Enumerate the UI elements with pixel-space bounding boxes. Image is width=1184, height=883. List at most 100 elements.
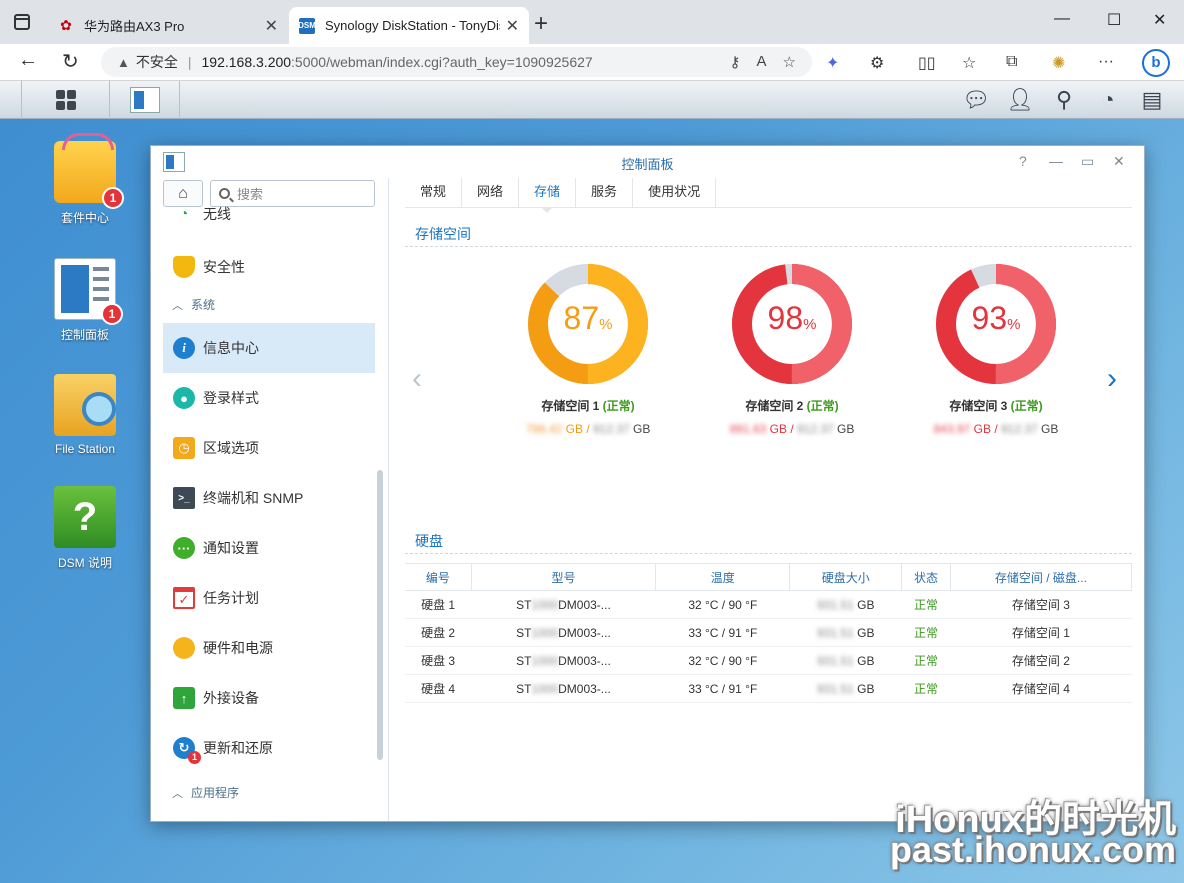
sidebar-item-info-center[interactable]: i 信息中心 — [163, 323, 375, 373]
browser-tab-huawei[interactable]: ✿ 华为路由AX3 Pro ✕ — [48, 7, 288, 44]
sidebar-item-notification[interactable]: ··· 通知设置 — [163, 523, 375, 573]
window-title-bar[interactable]: 控制面板 ? — ▭ ✕ — [151, 146, 1144, 178]
column-header[interactable]: 状态 — [901, 563, 951, 591]
extensions-icon[interactable]: ⚙ — [870, 53, 884, 73]
desktop-icon-label: 套件中心 — [60, 211, 109, 225]
sidebar-item-region[interactable]: ◷ 区域选项 — [163, 423, 375, 473]
cell-id: 硬盘 1 — [405, 590, 472, 619]
close-icon[interactable]: ✕ — [1113, 153, 1125, 170]
url-bar[interactable]: ▲ 不安全 | 192.168.3.200 :5000/webman/index… — [101, 47, 812, 77]
sidebar-item-login-style[interactable]: ● 登录样式 — [163, 373, 375, 423]
folder-search-icon — [54, 374, 116, 436]
tab-services[interactable]: 服务 — [576, 178, 634, 207]
cell-temp: 33 °C / 91 °F — [655, 618, 790, 647]
user-icon[interactable]: 👤︎ — [1006, 87, 1034, 113]
close-icon[interactable]: ✕ — [265, 16, 278, 36]
notification-badge: 1 — [101, 303, 123, 325]
bulb-icon — [173, 637, 195, 659]
table-row[interactable]: 硬盘 2 ST1000DM003-... 33 °C / 91 °F 931.51 G… — [405, 618, 1132, 647]
section-header-apps[interactable]: ︿ 应用程序 — [172, 784, 239, 801]
tab-network[interactable]: 网络 — [462, 178, 520, 207]
key-icon[interactable]: ⚷ — [730, 53, 741, 71]
maximize-icon[interactable]: ▭ — [1081, 153, 1094, 170]
taskbar-control-panel[interactable] — [110, 81, 180, 119]
minimize-icon[interactable]: — — [1054, 10, 1070, 28]
section-header-label: 应用程序 — [191, 786, 240, 800]
sidebar-item-hardware-power[interactable]: 硬件和电源 — [163, 623, 375, 673]
tab-storage[interactable]: 存储 — [519, 178, 577, 213]
close-icon[interactable]: ✕ — [506, 16, 519, 36]
extension-avatar-icon[interactable]: ✺ — [1052, 53, 1065, 73]
maximize-icon[interactable]: ☐ — [1107, 10, 1121, 30]
sidebar-item-terminal[interactable]: >_ 终端机和 SNMP — [163, 473, 375, 523]
sidebar-item-external-devices[interactable]: ↑ 外接设备 — [163, 673, 375, 723]
read-aloud-icon[interactable]: A — [757, 53, 767, 71]
sidebar-item-label: 信息中心 — [203, 340, 259, 356]
section-header-system[interactable]: ︿ 系统 — [172, 296, 215, 313]
resource-monitor-icon[interactable]: ◔ — [1096, 87, 1120, 113]
url-actions: ⚷ A ☆ — [730, 53, 796, 71]
sidebar-item-label: 登录样式 — [203, 390, 259, 406]
palette-icon: ● — [173, 387, 195, 409]
chevron-up-icon: ︿ — [172, 299, 183, 312]
column-header[interactable]: 编号 — [405, 563, 472, 591]
refresh-icon[interactable]: ↻ — [62, 49, 79, 74]
sidebar-scrollbar[interactable] — [377, 470, 383, 760]
sidebar-item-task-scheduler[interactable]: ✓ 任务计划 — [163, 573, 375, 623]
cell-status: 正常 — [901, 590, 951, 619]
widgets-icon[interactable]: ▤ — [1140, 87, 1164, 113]
cell-status: 正常 — [901, 674, 951, 703]
tab-general[interactable]: 常规 — [405, 178, 463, 207]
favorites-icon[interactable]: ☆ — [962, 53, 976, 73]
volume-gauge[interactable]: 87% 存储空间 1 (正常) 788.42 GB / 912.37 GB — [488, 263, 688, 436]
new-tab-button[interactable]: + — [534, 10, 548, 38]
sidebar-item-label: 安全性 — [203, 259, 245, 275]
section-title-storage: 存储空间 — [415, 226, 471, 242]
chevron-right-icon[interactable]: › — [1107, 362, 1117, 396]
tab-usage[interactable]: 使用状况 — [633, 178, 717, 207]
table-header-row: 编号 型号 温度 硬盘大小 状态 存储空间 / 磁盘... — [405, 563, 1133, 591]
column-header[interactable]: 型号 — [471, 563, 657, 591]
desktop-icon-dsm-help[interactable]: ? DSM 说明 — [35, 486, 135, 571]
back-icon[interactable]: ← — [18, 49, 38, 72]
sidebar-item-wireless[interactable]: ◔ 无线 — [163, 196, 375, 226]
cell-size: 931.51 GB — [789, 618, 902, 647]
cell-id: 硬盘 4 — [405, 674, 472, 703]
cell-id: 硬盘 2 — [405, 618, 472, 647]
table-row[interactable]: 硬盘 3 ST1000DM003-... 32 °C / 90 °F 931.51 G… — [405, 646, 1132, 675]
minimize-icon[interactable]: — — [1049, 153, 1063, 169]
column-header[interactable]: 温度 — [655, 563, 791, 591]
volume-gauge[interactable]: 93% 存储空间 3 (正常) 843.97 GB / 912.37 GB — [896, 263, 1096, 436]
collections-icon[interactable]: ⧉ — [1006, 53, 1017, 71]
add-favorite-icon[interactable]: ☆ — [783, 53, 796, 71]
search-icon[interactable]: ⚲ — [1052, 87, 1076, 113]
main-menu-button[interactable] — [22, 81, 110, 119]
cell-volume: 存储空间 2 — [950, 646, 1132, 675]
close-window-icon[interactable]: ✕ — [1153, 10, 1166, 30]
cell-size: 931.51 GB — [789, 646, 902, 675]
bing-icon[interactable]: b — [1142, 49, 1170, 77]
cell-model: ST1000DM003-... — [471, 590, 656, 619]
divider — [405, 553, 1132, 554]
volume-name: 存储空间 1 (正常) — [541, 399, 635, 413]
table-row[interactable]: 硬盘 4 ST1000DM003-... 33 °C / 91 °F 931.51 G… — [405, 674, 1132, 703]
tab-actions-icon[interactable] — [14, 14, 30, 30]
sidebar-item-label: 外接设备 — [203, 690, 259, 706]
browser-tab-dsm[interactable]: DSM Synology DiskStation - TonyDiskS ✕ — [289, 7, 529, 44]
split-screen-icon[interactable]: ▯▯ — [918, 53, 936, 73]
more-icon[interactable]: ··· — [1098, 53, 1114, 71]
volume-gauge[interactable]: 98% 存储空间 2 (正常) 891.63 GB / 912.37 GB — [692, 263, 892, 436]
desktop-icon-control-panel[interactable]: 1 控制面板 — [35, 258, 135, 343]
column-header[interactable]: 存储空间 / 磁盘... — [950, 563, 1133, 591]
external-device-icon: ↑ — [173, 687, 195, 709]
table-row[interactable]: 硬盘 1 ST1000DM003-... 32 °C / 90 °F 931.51 G… — [405, 590, 1132, 619]
desktop-icon-file-station[interactable]: File Station — [35, 374, 135, 456]
extension-bird-icon[interactable]: ✦ — [826, 53, 839, 73]
help-icon[interactable]: ? — [1019, 153, 1027, 169]
sidebar-item-security[interactable]: 安全性 — [163, 242, 375, 292]
column-header[interactable]: 硬盘大小 — [789, 563, 903, 591]
sidebar-item-update-restore[interactable]: ↻ 1 更新和还原 — [163, 723, 375, 773]
chevron-left-icon[interactable]: ‹ — [412, 362, 422, 396]
chat-icon[interactable]: 💬︎ — [962, 87, 990, 113]
desktop-icon-package-center[interactable]: 1 套件中心 — [35, 133, 135, 226]
